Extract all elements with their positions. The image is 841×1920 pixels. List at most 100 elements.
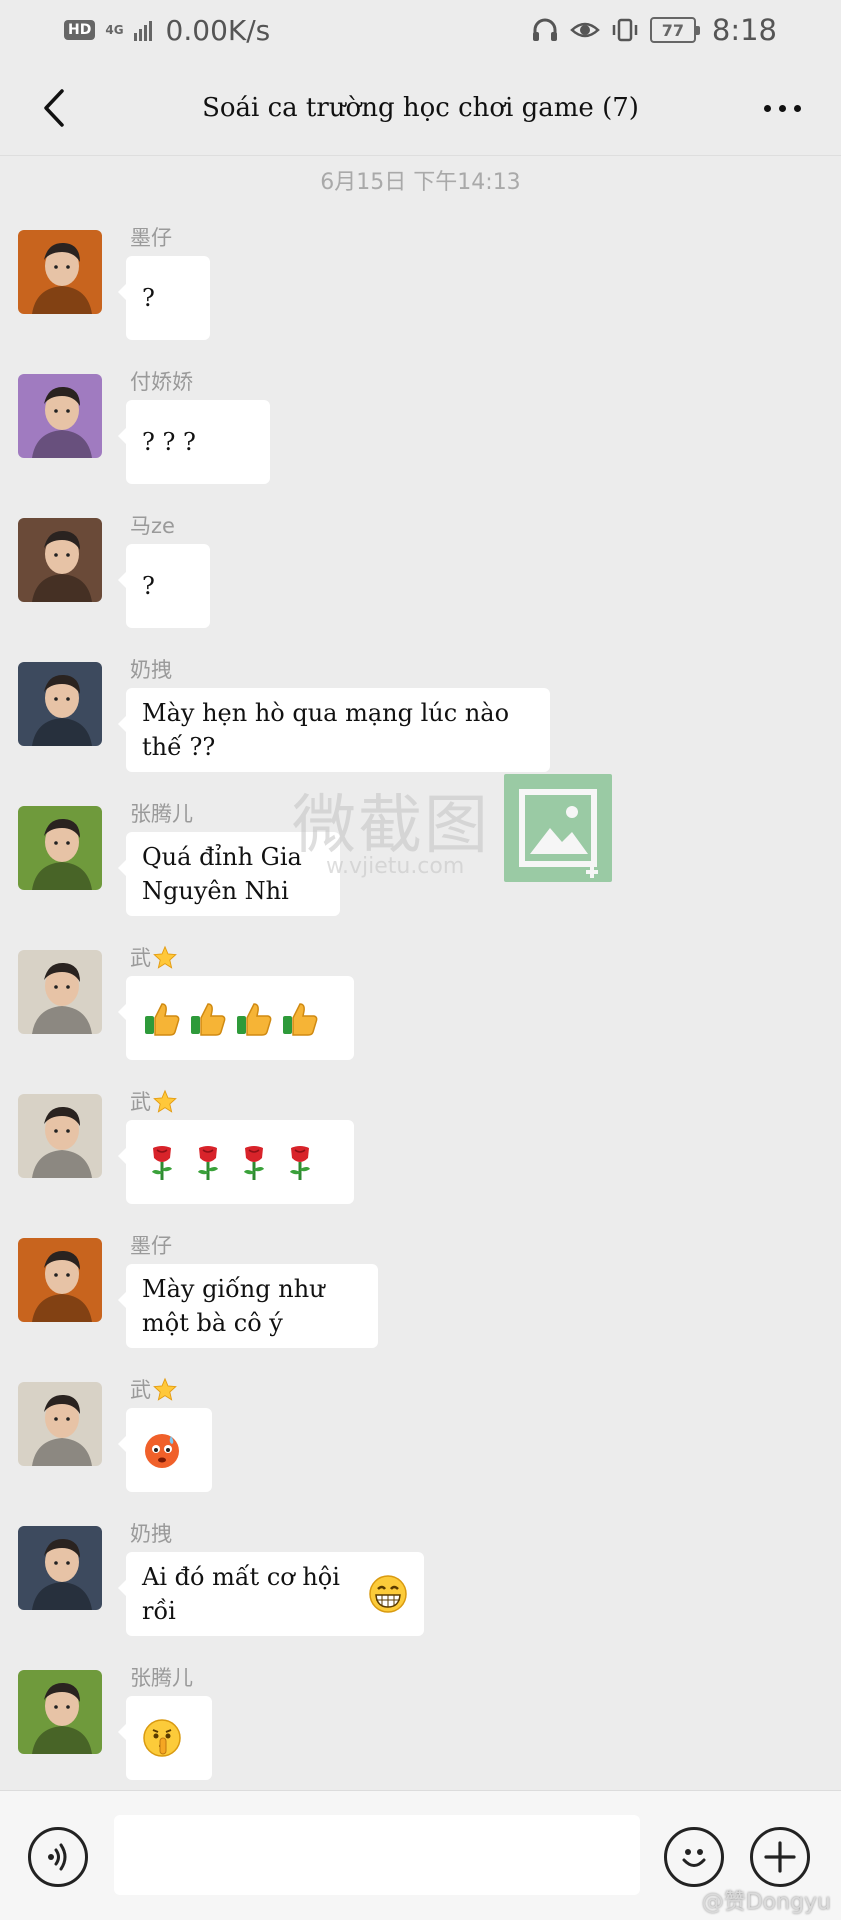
message-bubble[interactable]: ? [118, 256, 210, 340]
avatar[interactable] [18, 662, 102, 746]
message-text: ? ? ? [142, 428, 196, 456]
emoji-row [142, 1142, 320, 1182]
rose-emoji-icon [188, 1142, 228, 1182]
thumbs-up-emoji-icon [280, 998, 320, 1038]
sender-name: 奶拽 [130, 1518, 172, 1548]
sender-name: 武 [130, 1086, 177, 1116]
status-left: HD 4G 0.00K/s [64, 14, 270, 47]
sender-name: 张腾儿 [130, 798, 193, 828]
message-bubble[interactable]: ? [118, 544, 210, 628]
avatar[interactable] [18, 518, 102, 602]
avatar[interactable] [18, 1670, 102, 1754]
star-icon [153, 1089, 177, 1113]
chat-header: Soái ca trường học chơi game (7) [0, 60, 841, 156]
chat-title: Soái ca trường học chơi game (7) [202, 92, 639, 123]
vibrate-icon [612, 18, 638, 42]
avatar[interactable] [18, 950, 102, 1034]
sender-name: 墨仔 [130, 222, 172, 252]
message-row: 武 [18, 1374, 818, 1514]
message-bubble[interactable]: Quá đỉnh Gia Nguyên Nhi [118, 832, 340, 916]
message-bubble[interactable] [118, 1408, 212, 1492]
sender-name: 武 [130, 942, 177, 972]
message-bubble[interactable] [118, 1120, 354, 1204]
message-row: 马ze? [18, 510, 818, 650]
message-text: ? [142, 572, 155, 600]
avatar[interactable] [18, 1382, 102, 1466]
avatar[interactable] [18, 1238, 102, 1322]
thumbs-up-emoji-icon [234, 998, 274, 1038]
hd-badge: HD [64, 20, 96, 40]
message-bubble[interactable]: Mày hẹn hò qua mạng lúc nào thế ?? [118, 688, 550, 772]
rose-emoji-icon [142, 1142, 182, 1182]
star-icon [153, 945, 177, 969]
sender-name-text: 奶拽 [130, 1522, 172, 1546]
sender-name: 马ze [130, 510, 175, 540]
message-text: Ai đó mất cơ hội rồi [142, 1563, 340, 1625]
sender-name: 付娇娇 [130, 366, 193, 396]
sender-name: 奶拽 [130, 654, 172, 684]
message-row: 武 [18, 942, 818, 1082]
message-row: 张腾儿 [18, 1662, 818, 1802]
input-bar: @赞Dongyu [0, 1790, 841, 1920]
message-bubble[interactable] [118, 1696, 212, 1780]
status-time: 8:18 [711, 13, 777, 47]
message-text: Quá đỉnh Gia Nguyên Nhi [142, 843, 302, 905]
emoji-row [142, 998, 320, 1038]
chevron-left-icon [44, 89, 64, 127]
sender-name-text: 付娇娇 [130, 370, 193, 394]
message-bubble[interactable]: ? ? ? [118, 400, 270, 484]
star-icon [153, 1377, 177, 1401]
emoji-row [142, 1430, 182, 1470]
sender-name: 墨仔 [130, 1230, 172, 1260]
message-row: 墨仔 Mày giống như một bà cô ý [18, 1230, 818, 1370]
sender-name: 武 [130, 1374, 177, 1404]
sender-name-text: 武 [130, 1090, 151, 1114]
sender-name-text: 奶拽 [130, 658, 172, 682]
message-text: Mày hẹn hò qua mạng lúc nào thế ?? [142, 699, 510, 761]
message-row: 墨仔? [18, 222, 818, 362]
anxious-face-emoji-icon [142, 1430, 182, 1470]
network-type: 4G [105, 23, 124, 37]
message-input[interactable] [114, 1815, 640, 1895]
avatar[interactable] [18, 806, 102, 890]
sender-name-text: 张腾儿 [130, 1666, 193, 1690]
avatar[interactable] [18, 1526, 102, 1610]
more-dot [778, 104, 786, 112]
chat-timestamp: 6月15日 下午14:13 [320, 170, 521, 195]
battery-level: 77 [661, 20, 684, 40]
avatar[interactable] [18, 1094, 102, 1178]
emoji-button[interactable] [664, 1827, 724, 1887]
sender-name-text: 墨仔 [130, 1234, 172, 1258]
message-row: 武 [18, 1086, 818, 1226]
thumbs-up-emoji-icon [188, 998, 228, 1038]
message-bubble[interactable]: Ai đó mất cơ hội rồi [118, 1552, 424, 1636]
message-bubble[interactable]: Mày giống như một bà cô ý [118, 1264, 378, 1348]
message-row: 付娇娇 ? ? ? [18, 366, 818, 506]
sender-name-text: 张腾儿 [130, 802, 193, 826]
shush-face-emoji-icon [142, 1718, 182, 1758]
plus-icon [764, 1841, 796, 1873]
emoji-row [142, 1718, 182, 1758]
emoji-face-icon [682, 1849, 706, 1867]
signal-icon [133, 21, 152, 41]
back-button[interactable] [32, 86, 76, 130]
sender-name-text: 武 [130, 946, 151, 970]
network-speed: 0.00K/s [165, 13, 271, 47]
message-row: 张腾儿 Quá đỉnh Gia Nguyên Nhi [18, 798, 818, 938]
headphones-icon [532, 18, 557, 41]
avatar[interactable] [18, 230, 102, 314]
battery-icon: 77 [649, 17, 700, 43]
sender-name-text: 武 [130, 1378, 151, 1402]
message-bubble[interactable] [118, 976, 354, 1060]
more-dot [763, 104, 771, 112]
message-text: ? [142, 284, 155, 312]
sender-name-text: 马ze [130, 514, 175, 538]
thumbs-up-emoji-icon [142, 998, 182, 1038]
voice-button[interactable] [28, 1827, 88, 1887]
voice-icon [48, 1843, 67, 1871]
plus-button[interactable] [750, 1827, 810, 1887]
avatar[interactable] [18, 374, 102, 458]
message-row: 奶拽 Mày hẹn hò qua mạng lúc nào thế ?? [18, 654, 818, 794]
more-button[interactable] [757, 88, 807, 128]
credit-watermark: @赞Dongyu [701, 1890, 831, 1915]
